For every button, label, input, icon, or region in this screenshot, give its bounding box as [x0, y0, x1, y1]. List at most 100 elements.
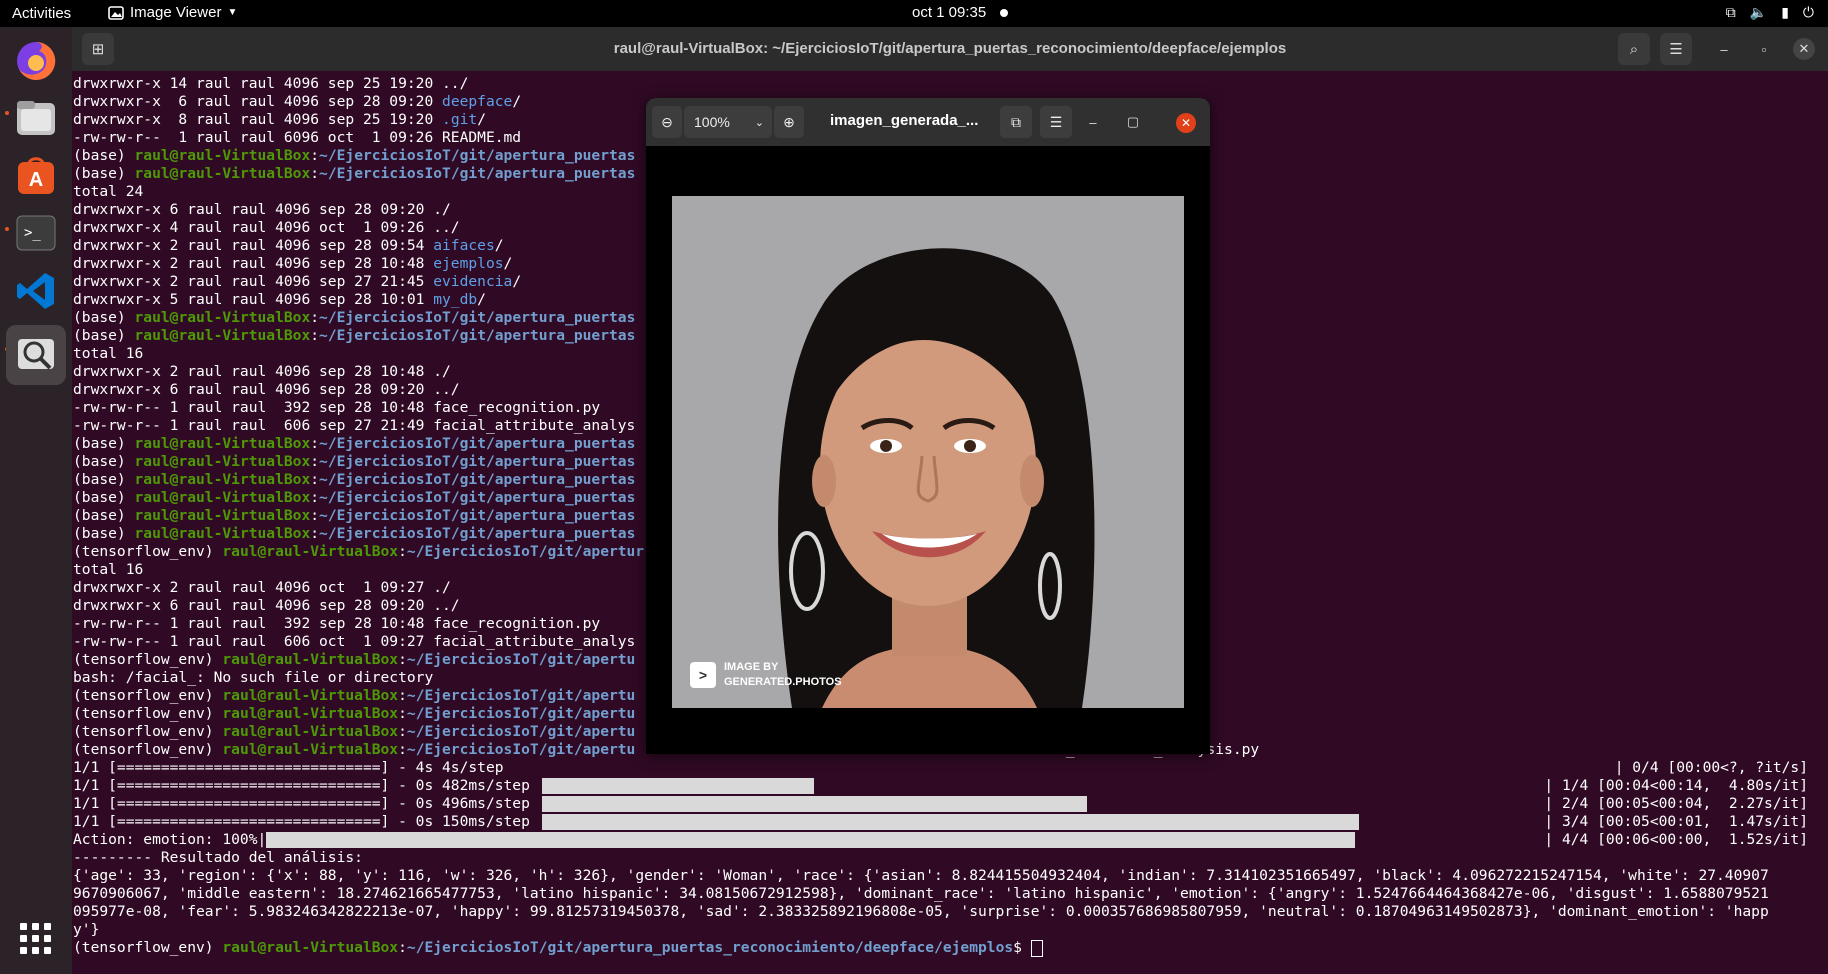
terminal-text: : [310, 507, 320, 524]
prompt-suffix: $ [1013, 939, 1031, 956]
viewer-minimize-button[interactable]: – [1082, 111, 1104, 133]
search-button[interactable]: ⌕ [1618, 33, 1650, 65]
terminal-text: drwxrwxr-x 6 raul raul 4096 sep 28 09:20… [73, 597, 460, 614]
generated-photos-logo-icon: > [690, 662, 716, 688]
terminal-text: drwxrwxr-x 4 raul raul 4096 oct 1 09:26 … [73, 219, 460, 236]
dock: A >_ [0, 27, 72, 974]
running-indicator [5, 227, 9, 231]
terminal-text: drwxrwxr-x 2 raul raul 4096 sep 28 10:48… [73, 363, 451, 380]
terminal-text: ~/EjerciciosIoT/git/apertura_puertas [319, 165, 636, 182]
terminal-text: (tensorflow_env) [73, 687, 223, 704]
network-icon: ⧉ [1725, 4, 1736, 20]
app-menu-label: Image Viewer [130, 4, 222, 21]
terminal-text: raul@raul-VirtualBox [134, 507, 311, 524]
result-line: 9670906067, 'middle eastern': 18.2746216… [73, 885, 1769, 902]
terminal-text: raul@raul-VirtualBox [222, 723, 399, 740]
terminal-title: raul@raul-VirtualBox: ~/EjerciciosIoT/gi… [613, 40, 1287, 57]
terminal-icon[interactable]: >_ [12, 209, 60, 257]
terminal-text: (base) [73, 507, 135, 524]
terminal-text: ~/EjerciciosIoT/git/apertura_puertas [319, 147, 636, 164]
progress-step-text: 1/1 [==============================] - 4… [73, 759, 504, 776]
terminal-text: (tensorflow_env) [73, 741, 223, 758]
zoom-level-dropdown[interactable]: 100% ⌄ [684, 106, 772, 138]
terminal-text: / [477, 291, 486, 308]
terminal-text: raul@raul-VirtualBox [134, 309, 311, 326]
viewer-close-button[interactable]: ✕ [1176, 113, 1196, 133]
terminal-text: : [310, 165, 320, 182]
terminal-text: (base) [73, 165, 135, 182]
terminal-text: drwxrwxr-x 6 raul raul 4096 sep 28 09:20… [73, 381, 460, 398]
progress-line: 1/1 [==============================] - 0… [72, 795, 1828, 813]
terminal-text: raul@raul-VirtualBox [134, 147, 311, 164]
fullscreen-icon: ⧉ [1011, 113, 1021, 130]
terminal-text: -rw-rw-r-- 1 raul raul 606 oct 1 09:27 f… [73, 633, 636, 650]
system-tray[interactable]: ⧉ 🔈 ▮ ⏻ [1726, 4, 1814, 21]
prompt-env: (tensorflow_env) [73, 939, 223, 956]
progress-line: Action: emotion: 100%| | 4/4 [00:06<00:00… [72, 831, 1828, 849]
top-bar: Activities Image Viewer ▼ oct 1 09:35 ⧉ … [0, 0, 1828, 27]
zoom-level: 100% [694, 114, 730, 130]
terminal-text: drwxrwxr-x 14 raul raul 4096 sep 25 19:2… [73, 75, 469, 92]
result-line: 095977e-08, 'fear': 5.983246342822213e-0… [73, 903, 1769, 920]
close-icon: ✕ [1180, 116, 1192, 130]
watermark: > IMAGE BY GENERATED.PHOTOS [690, 660, 842, 690]
fullscreen-button[interactable]: ⧉ [1000, 106, 1032, 138]
terminal-text: : [310, 525, 320, 542]
terminal-text: raul@raul-VirtualBox [222, 687, 399, 704]
terminal-text: (base) [73, 489, 135, 506]
terminal-text: (tensorflow_env) [73, 651, 223, 668]
show-apps-icon[interactable] [20, 923, 51, 954]
terminal-text: raul@raul-VirtualBox [134, 525, 311, 542]
terminal-text: raul@raul-VirtualBox [134, 453, 311, 470]
terminal-text: : [310, 453, 320, 470]
minimize-button[interactable]: – [1713, 38, 1735, 60]
activities-button[interactable]: Activities [12, 5, 71, 22]
prompt-colon: : [398, 939, 407, 956]
terminal-text: ~/EjerciciosIoT/git/apertura_puertas [319, 507, 636, 524]
viewer-maximize-button[interactable]: ▢ [1122, 111, 1144, 133]
running-indicator [5, 111, 9, 115]
terminal-text: raul@raul-VirtualBox [222, 651, 399, 668]
terminal-text: -rw-rw-r-- 1 raul raul 6096 oct 1 09:26 … [73, 129, 522, 146]
terminal-text: raul@raul-VirtualBox [134, 327, 311, 344]
portrait-illustration [672, 196, 1184, 708]
terminal-text: ~/EjerciciosIoT/git/apertu [406, 687, 636, 704]
terminal-text: ~/EjerciciosIoT/git/apertu [406, 741, 636, 758]
menu-button[interactable]: ☰ [1660, 33, 1692, 65]
files-icon[interactable] [12, 93, 60, 141]
clock[interactable]: oct 1 09:35 [912, 4, 986, 21]
terminal-text: raul@raul-VirtualBox [134, 165, 311, 182]
viewer-title: imagen_generada_... [830, 112, 979, 129]
progress-bar-fill [542, 778, 814, 794]
progress-bar-fill [542, 796, 1087, 812]
zoom-in-button[interactable]: ⊕ [774, 106, 804, 138]
terminal-text: : [310, 471, 320, 488]
terminal-text: : [310, 309, 320, 326]
terminal-line: drwxrwxr-x 14 raul raul 4096 sep 25 19:2… [72, 75, 1828, 93]
image-viewer-icon [108, 5, 124, 20]
viewer-menu-button[interactable]: ☰ [1040, 106, 1072, 138]
terminal-text: (base) [73, 453, 135, 470]
terminal-text: (tensorflow_env) [73, 705, 223, 722]
app-menu[interactable]: Image Viewer ▼ [108, 4, 237, 21]
vscode-icon[interactable] [12, 267, 60, 315]
terminal-text: total 16 [73, 345, 144, 362]
close-icon: ✕ [1798, 41, 1810, 56]
minimize-icon: – [1720, 41, 1728, 57]
terminal-text: / [477, 111, 486, 128]
terminal-text: (base) [73, 327, 135, 344]
image-viewer-dock-icon[interactable] [6, 325, 66, 385]
close-button[interactable]: ✕ [1793, 38, 1815, 60]
zoom-out-button[interactable]: ⊖ [652, 106, 682, 138]
terminal-text: drwxrwxr-x 2 raul raul 4096 oct 1 09:27 … [73, 579, 451, 596]
maximize-button[interactable]: ▫ [1753, 38, 1775, 60]
firefox-icon[interactable] [12, 37, 60, 85]
software-center-icon[interactable]: A [12, 151, 60, 199]
terminal-text: drwxrwxr-x 2 raul raul 4096 sep 28 10:48 [73, 255, 434, 272]
hamburger-icon: ☰ [1669, 41, 1683, 58]
terminal-text: : [398, 741, 407, 758]
terminal-text: raul@raul-VirtualBox [222, 543, 399, 560]
terminal-text: .git [442, 111, 478, 128]
progress-line: 1/1 [==============================] - 0… [72, 777, 1828, 795]
terminal-text: (base) [73, 435, 135, 452]
